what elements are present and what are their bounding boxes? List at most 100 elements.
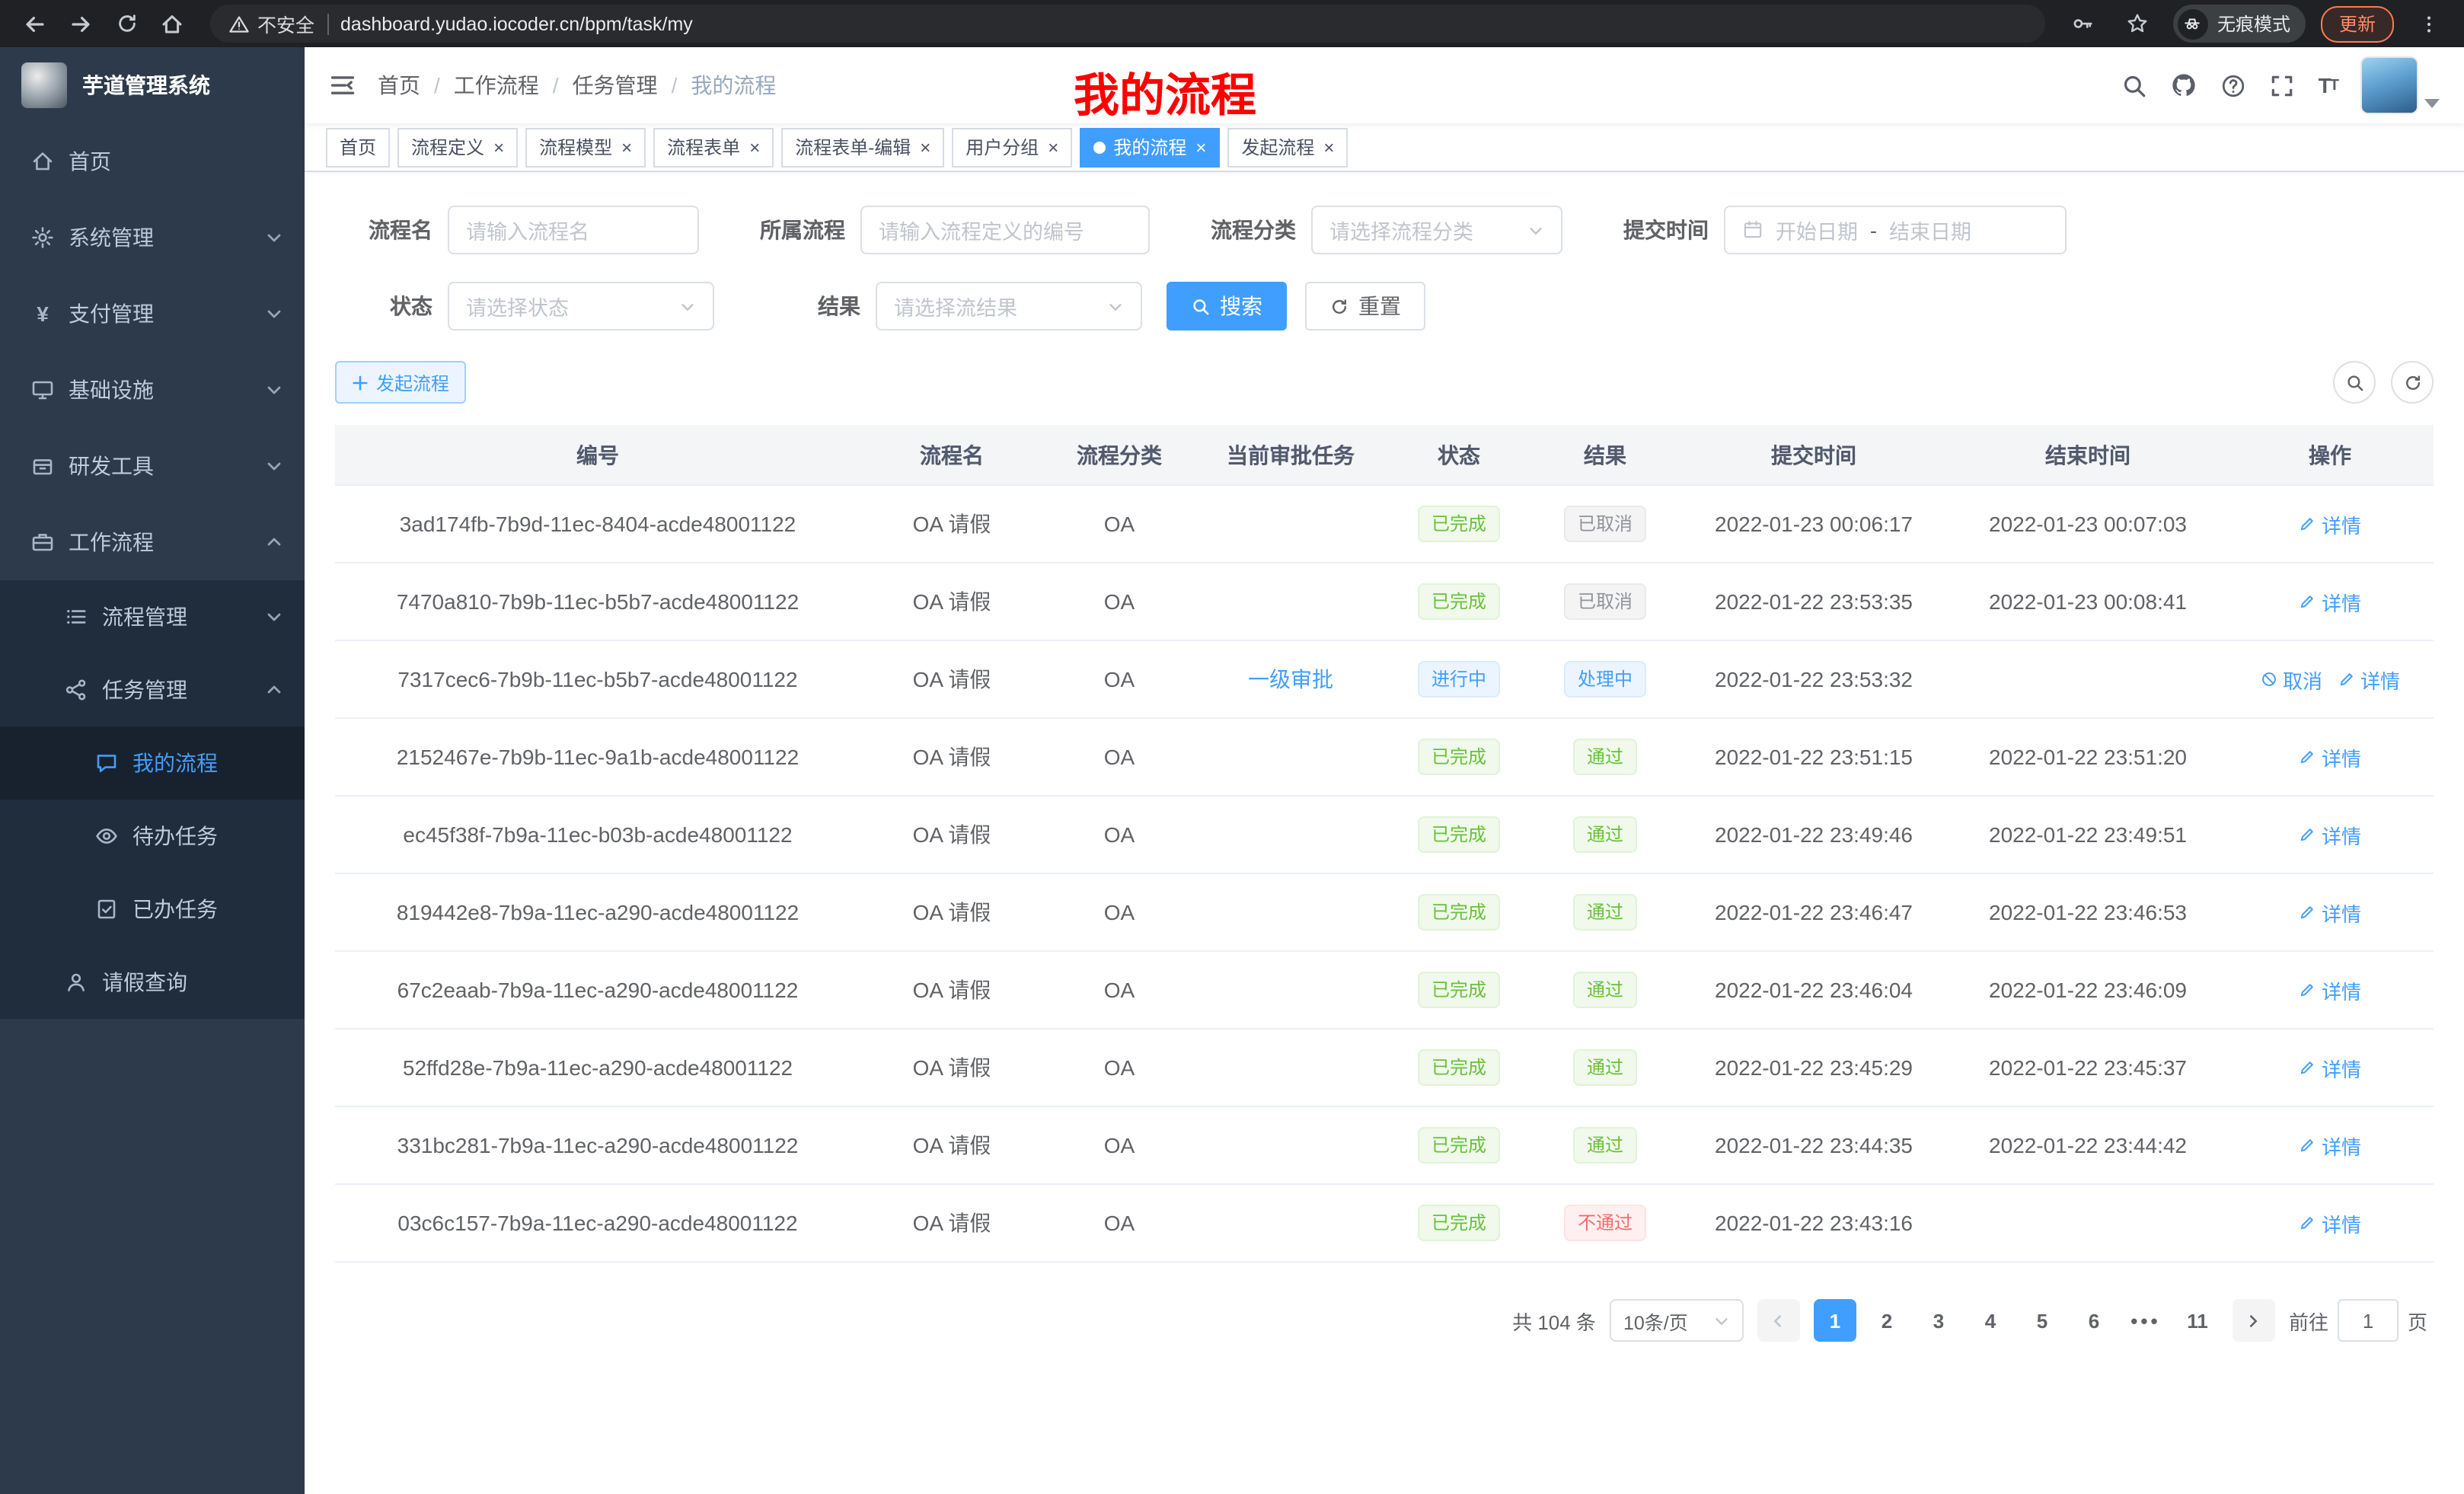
sidebar-item-11[interactable]: 请假查询 [0, 946, 305, 1019]
breadcrumb-item[interactable]: 任务管理 [573, 70, 658, 101]
close-icon[interactable]: × [1195, 138, 1206, 156]
more-pages-icon[interactable]: ••• [2124, 1299, 2167, 1342]
sidebar-item-7[interactable]: 任务管理 [0, 653, 305, 726]
sidebar-item-9[interactable]: 待办任务 [0, 800, 305, 873]
cell-end-time: 2022-01-23 00:07:03 [1949, 485, 2226, 563]
user-menu[interactable] [2360, 56, 2440, 114]
sidebar-item-label: 我的流程 [132, 748, 218, 778]
cancel-link[interactable]: 取消 [2260, 665, 2322, 694]
cell-name: OA 请假 [860, 1029, 1043, 1106]
cell-end-time: 2022-01-22 23:49:51 [1949, 796, 2226, 873]
bookmark-star-icon[interactable] [2118, 5, 2158, 42]
close-icon[interactable]: × [920, 138, 930, 156]
tab-0[interactable]: 首页 [326, 127, 390, 167]
page-number-11[interactable]: 11 [2176, 1299, 2219, 1342]
sidebar-item-0[interactable]: 首页 [0, 123, 305, 200]
sidebar-item-3[interactable]: 基础设施 [0, 352, 305, 428]
process-def-input[interactable]: 请输入流程定义的编号 [860, 206, 1150, 254]
breadcrumb-item[interactable]: 首页 [378, 70, 420, 101]
prev-page-button[interactable] [1757, 1299, 1800, 1342]
address-bar[interactable]: 不安全 dashboard.yudao.iocoder.cn/bpm/task/… [210, 5, 2045, 43]
home-icon[interactable] [152, 5, 192, 42]
page-size-select[interactable]: 10条/页 [1610, 1299, 1744, 1342]
key-icon[interactable] [2063, 5, 2103, 42]
goto-page-input[interactable] [2338, 1299, 2399, 1342]
detail-link[interactable]: 详情 [2299, 742, 2361, 771]
menu-dots-icon[interactable] [2409, 5, 2449, 42]
url-text[interactable]: dashboard.yudao.iocoder.cn/bpm/task/my [340, 13, 693, 34]
reset-button[interactable]: 重置 [1305, 282, 1425, 330]
detail-link[interactable]: 详情 [2299, 509, 2361, 538]
cell-end-time: 2022-01-22 23:44:42 [1949, 1106, 2226, 1184]
close-icon[interactable]: × [1323, 138, 1334, 156]
hamburger-icon[interactable] [329, 72, 356, 99]
sidebar-item-label: 工作流程 [69, 527, 154, 557]
sidebar-item-2[interactable]: ¥ 支付管理 [0, 276, 305, 352]
search-button[interactable]: 搜索 [1167, 282, 1287, 330]
close-icon[interactable]: × [621, 138, 632, 156]
chevron-down-icon [1713, 1312, 1730, 1329]
next-page-button[interactable] [2233, 1299, 2275, 1342]
toggle-search-button[interactable] [2333, 361, 2376, 404]
tab-1[interactable]: 流程定义 × [397, 127, 518, 167]
page-number-2[interactable]: 2 [1866, 1299, 1908, 1342]
logo[interactable]: 芋道管理系统 [0, 47, 305, 123]
back-icon[interactable] [15, 5, 55, 42]
result-select[interactable]: 请选择流结果 [876, 282, 1142, 330]
close-icon[interactable]: × [1048, 138, 1058, 156]
tab-2[interactable]: 流程模型 × [525, 127, 646, 167]
detail-link[interactable]: 详情 [2338, 665, 2400, 694]
sidebar-item-6[interactable]: 流程管理 [0, 580, 305, 653]
github-icon[interactable] [2171, 72, 2198, 99]
create-process-button[interactable]: 发起流程 [335, 361, 466, 404]
update-button[interactable]: 更新 [2321, 5, 2394, 42]
tab-6[interactable]: 我的流程 × [1080, 127, 1220, 167]
cell-task: 一级审批 [1195, 640, 1386, 718]
detail-link[interactable]: 详情 [2299, 1131, 2361, 1160]
tab-5[interactable]: 用户分组 × [952, 127, 1072, 167]
tab-4[interactable]: 流程表单-编辑 × [781, 127, 944, 167]
cell-end-time [1949, 640, 2226, 718]
incognito-badge[interactable]: 无痕模式 [2173, 5, 2306, 43]
close-icon[interactable]: × [493, 138, 504, 156]
tab-7[interactable]: 发起流程 × [1227, 127, 1348, 167]
cell-result: 不通过 [1532, 1184, 1678, 1262]
detail-link[interactable]: 详情 [2299, 820, 2361, 849]
page-number-5[interactable]: 5 [2021, 1299, 2063, 1342]
process-name-input[interactable]: 请输入流程名 [448, 206, 699, 254]
reload-icon[interactable] [107, 5, 146, 42]
page-number-6[interactable]: 6 [2073, 1299, 2115, 1342]
status-select[interactable]: 请选择状态 [448, 282, 714, 330]
sidebar-item-8[interactable]: 我的流程 [0, 726, 305, 800]
filter-label: 结果 [751, 291, 876, 321]
detail-link[interactable]: 详情 [2299, 1053, 2361, 1082]
table-row: 819442e8-7b9a-11ec-a290-acde48001122 OA … [335, 873, 2434, 951]
font-size-icon[interactable]: TT [2319, 73, 2338, 97]
detail-link[interactable]: 详情 [2299, 1208, 2361, 1237]
sidebar-item-5[interactable]: 工作流程 [0, 504, 305, 580]
page-number-3[interactable]: 3 [1917, 1299, 1960, 1342]
security-warning[interactable]: 不安全 [228, 9, 314, 38]
pen-icon [2299, 1058, 2317, 1077]
detail-link[interactable]: 详情 [2299, 587, 2361, 616]
status-badge: 已完成 [1418, 972, 1500, 1008]
detail-link[interactable]: 详情 [2299, 898, 2361, 927]
task-link[interactable]: 一级审批 [1248, 667, 1333, 691]
sidebar-item-4[interactable]: 研发工具 [0, 428, 305, 504]
detail-link[interactable]: 详情 [2299, 975, 2361, 1004]
page-number-1[interactable]: 1 [1814, 1299, 1856, 1342]
cell-task [1195, 1106, 1386, 1184]
category-select[interactable]: 请选择流程分类 [1311, 206, 1562, 254]
page-number-4[interactable]: 4 [1969, 1299, 2012, 1342]
sidebar-item-10[interactable]: 已办任务 [0, 873, 305, 946]
refresh-table-button[interactable] [2391, 361, 2434, 404]
date-range-picker[interactable]: 开始日期 - 结束日期 [1724, 206, 2067, 254]
tab-3[interactable]: 流程表单 × [653, 127, 774, 167]
breadcrumb-item[interactable]: 工作流程 [454, 70, 539, 101]
sidebar-item-1[interactable]: 系统管理 [0, 200, 305, 276]
fullscreen-icon[interactable] [2270, 72, 2296, 98]
forward-icon[interactable] [61, 5, 101, 42]
search-icon[interactable] [2122, 72, 2148, 98]
close-icon[interactable]: × [749, 138, 760, 156]
help-icon[interactable] [2221, 72, 2247, 98]
